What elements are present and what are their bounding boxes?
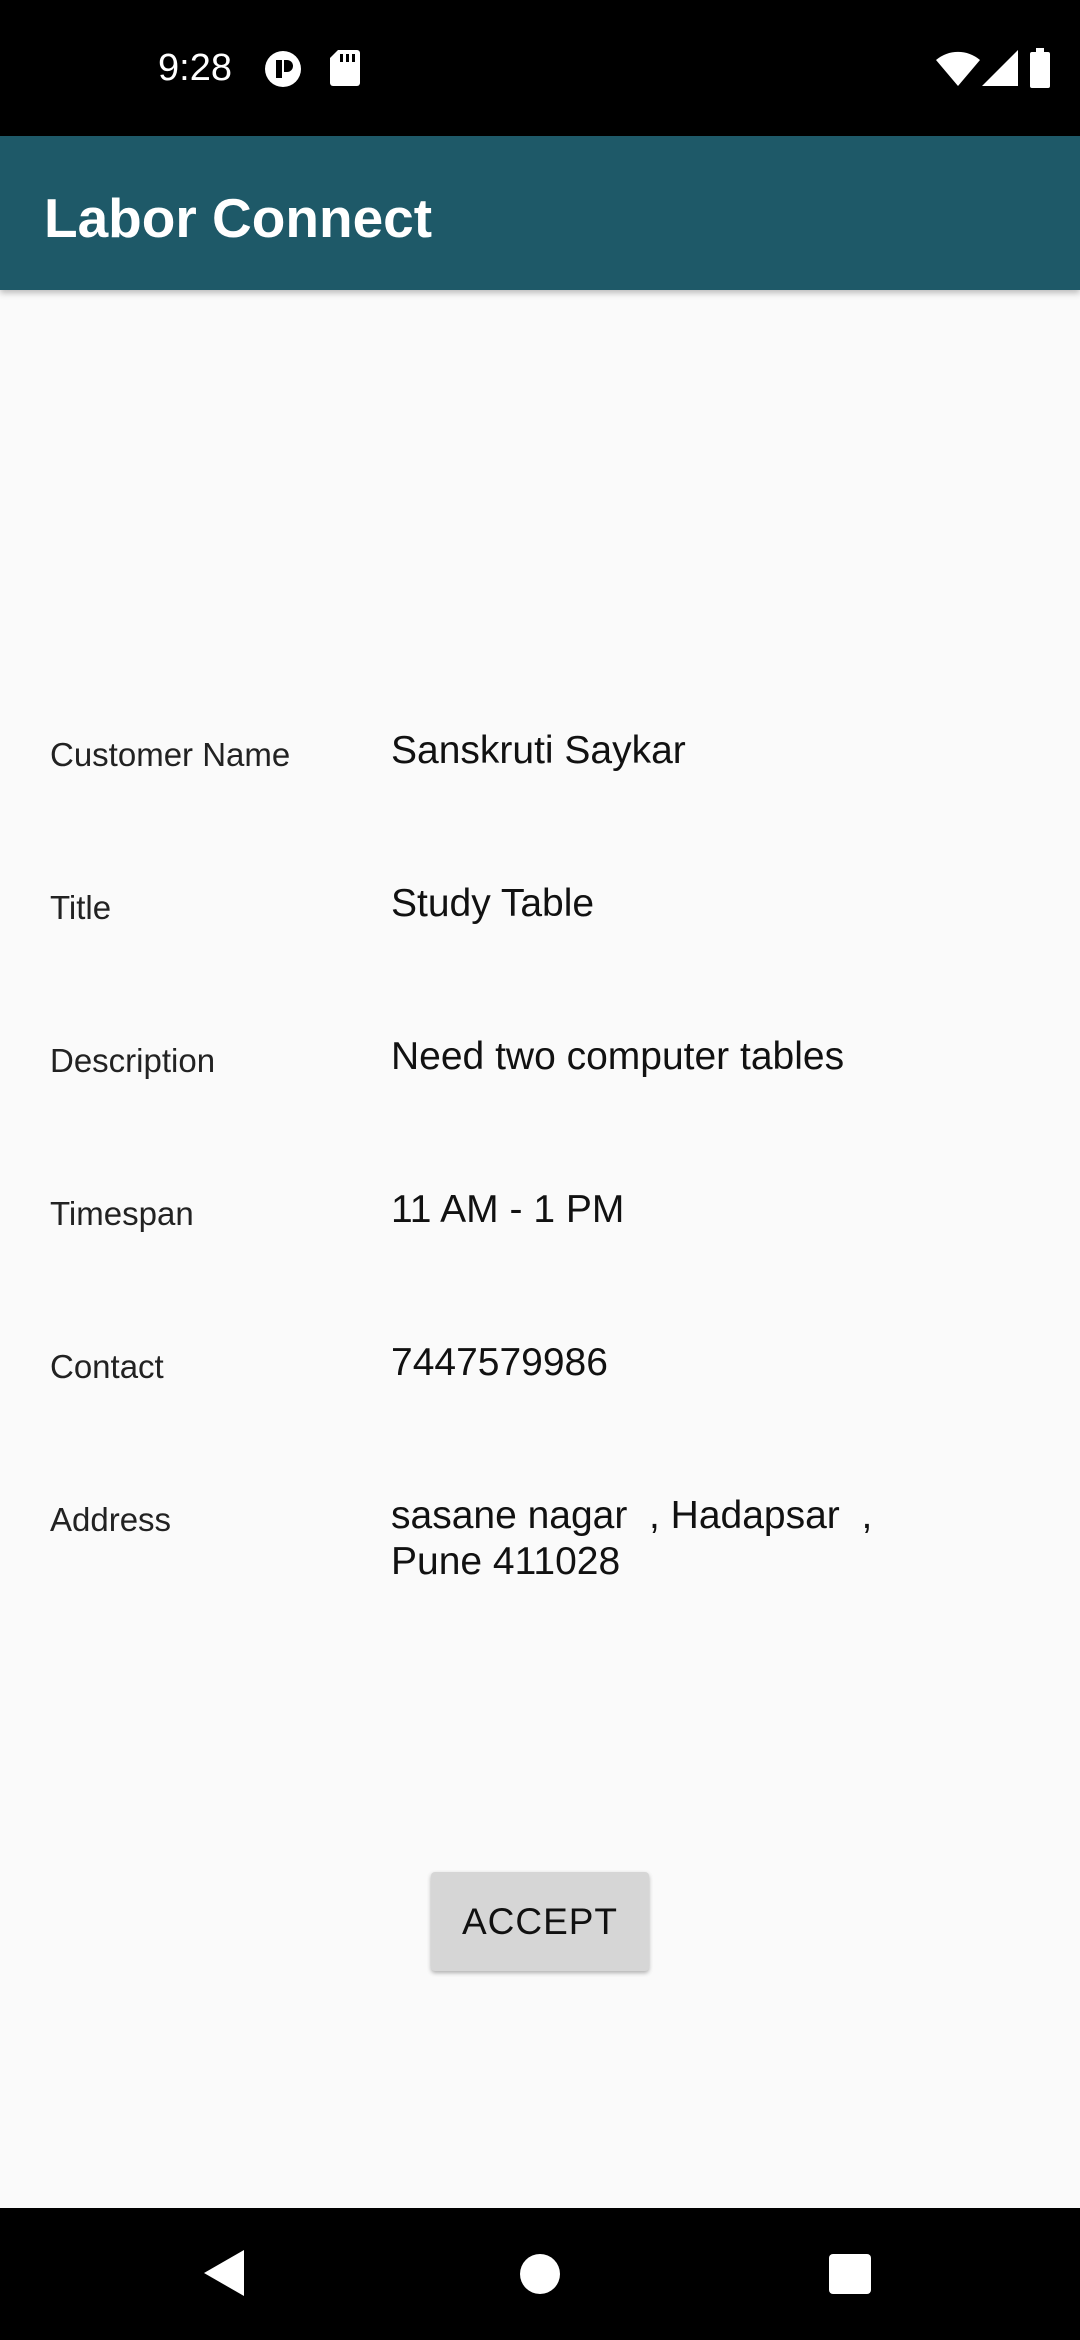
signal-icon: [982, 50, 1018, 91]
home-icon[interactable]: [520, 2254, 560, 2299]
accept-button[interactable]: ACCEPT: [431, 1872, 649, 1971]
contact-label: Contact: [50, 1348, 164, 1385]
app-title: Labor Connect: [44, 187, 433, 249]
recents-icon[interactable]: [829, 2254, 871, 2299]
back-icon[interactable]: [204, 2250, 244, 2301]
title-label: Title: [50, 889, 112, 926]
customer-name-value: Sanskruti Saykar: [391, 729, 686, 772]
customer-name-label: Customer Name: [50, 736, 291, 773]
status-time: 9:28: [158, 47, 232, 89]
timespan-value: 11 AM - 1 PM: [391, 1188, 625, 1231]
description-value: Need two computer tables: [391, 1035, 845, 1078]
nav-bar: [0, 2208, 1080, 2340]
sd-card-icon: [330, 50, 360, 91]
wifi-icon: [936, 50, 980, 91]
app-bar: Labor Connect: [0, 136, 1080, 290]
battery-icon: [1030, 48, 1050, 93]
contact-value: 7447579986: [391, 1341, 608, 1384]
timespan-label: Timespan: [50, 1195, 194, 1232]
address-label: Address: [50, 1501, 172, 1538]
description-label: Description: [50, 1042, 216, 1079]
address-value-line2: Pune 411028: [391, 1540, 621, 1583]
status-bar: 9:28: [0, 0, 1080, 136]
address-value-line1: sasane nagar , Hadapsar ,: [391, 1494, 873, 1537]
title-value: Study Table: [391, 882, 595, 925]
notification-icon: [264, 50, 302, 93]
